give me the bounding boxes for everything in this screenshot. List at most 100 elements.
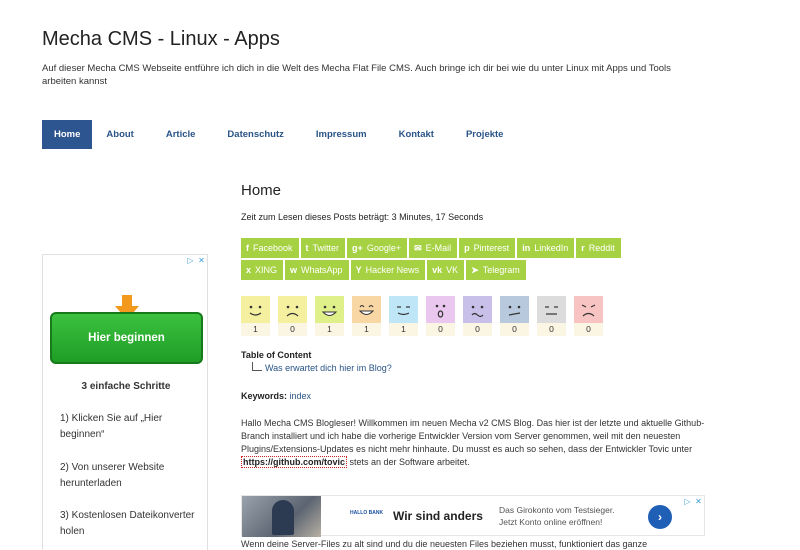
ad-badges[interactable]: ▷ ✕ (185, 255, 207, 266)
reaction-count: 0 (278, 323, 307, 336)
keyword-link[interactable]: index (290, 391, 312, 401)
share-label: Telegram (482, 265, 520, 275)
share-label: XING (255, 265, 278, 275)
banner-ad[interactable]: HALLO BANK Wir sind anders Das Girokonto… (241, 495, 705, 537)
banner-headline: Wir sind anders (393, 509, 483, 523)
share-twitter-button[interactable]: t Twitter (300, 238, 346, 258)
laugh-face-icon[interactable] (352, 296, 381, 323)
share-googleplus-button[interactable]: g+ Google+ (347, 238, 408, 258)
reaction-count: 1 (352, 323, 381, 336)
reaction-angry[interactable]: 0 (574, 296, 603, 336)
banner-subline: Das Girokonto vom Testsieger. Jetzt Kont… (499, 504, 615, 528)
email-icon: ✉ (414, 243, 422, 253)
share-label: E-Mail (425, 243, 452, 253)
reaction-count: 0 (463, 323, 492, 336)
nav-kontakt[interactable]: Kontakt (388, 120, 445, 149)
sidebar-ad[interactable]: ▷ ✕ Hier beginnen 3 einfache Schritte 1)… (42, 254, 208, 550)
share-reddit-button[interactable]: r Reddit (576, 238, 621, 258)
grin-face-icon[interactable] (315, 296, 344, 323)
nav-impressum[interactable]: Impressum (305, 120, 378, 149)
step-item: 1) Klicken Sie auf „Hier beginnen“ (60, 413, 163, 440)
share-facebook-button[interactable]: f Facebook (241, 238, 299, 258)
reaction-sad[interactable]: 0 (278, 296, 307, 336)
github-link[interactable]: https://github.com/tovic (241, 456, 347, 468)
step-item: 2) Von unserer Website herunterladen (60, 462, 165, 489)
ad-choices-icon[interactable]: ▷ (682, 496, 693, 507)
person-figure (272, 500, 294, 535)
nav-home[interactable]: Home (42, 120, 93, 149)
share-xing-button[interactable]: x XING (241, 260, 284, 280)
reaction-content[interactable]: 1 (389, 296, 418, 336)
share-row: f Facebook t Twitter g+ Google+ ✉ E-Mail p Pi… (241, 238, 686, 258)
facebook-icon: f (246, 243, 249, 253)
share-whatsapp-button[interactable]: w WhatsApp (285, 260, 349, 280)
reaction-count: 0 (500, 323, 529, 336)
share-label: VK (446, 265, 459, 275)
reaction-count: 0 (574, 323, 603, 336)
neutral-face-icon[interactable] (537, 296, 566, 323)
angry-face-icon[interactable] (574, 296, 603, 323)
keywords: Keywords: index (241, 391, 311, 401)
share-vk-button[interactable]: vk VK (427, 260, 465, 280)
reaction-happy[interactable]: 1 (241, 296, 270, 336)
nav-datenschutz[interactable]: Datenschutz (216, 120, 294, 149)
ad-close-icon[interactable]: ✕ (196, 255, 207, 266)
share-pinterest-button[interactable]: p Pinterest (459, 238, 516, 258)
surprised-face-icon[interactable] (426, 296, 455, 323)
share-buttons: f Facebook t Twitter g+ Google+ ✉ E-Mail p Pi… (241, 238, 686, 282)
banner-photo (242, 496, 321, 537)
twitter-icon: t (305, 243, 309, 253)
share-label: Facebook (253, 243, 293, 253)
googleplus-icon: g+ (352, 243, 363, 253)
share-linkedin-button[interactable]: in LinkedIn (517, 238, 575, 258)
paragraph-text: stets an der Software arbeitet. (347, 457, 470, 467)
reaction-surprised[interactable]: 0 (426, 296, 455, 336)
reaction-laugh[interactable]: 1 (352, 296, 381, 336)
ad-choices-icon[interactable]: ▷ (185, 255, 196, 266)
page-title: Home (241, 182, 282, 199)
keywords-label: Keywords: (241, 391, 288, 401)
toc-item[interactable]: Was erwartet dich hier im Blog? (252, 362, 392, 373)
share-label: Twitter (312, 243, 340, 253)
nav-about[interactable]: About (95, 120, 144, 149)
reaction-count: 1 (241, 323, 270, 336)
banner-subline-1: Das Girokonto vom Testsieger. (499, 505, 615, 515)
paragraph-text: Hallo Mecha CMS Blogleser! Willkommen im… (241, 418, 705, 454)
reaction-unsure[interactable]: 0 (500, 296, 529, 336)
share-hackernews-button[interactable]: Y Hacker News (350, 260, 426, 280)
reaction-count: 1 (315, 323, 344, 336)
tree-branch-icon (252, 362, 262, 371)
unsure-face-icon[interactable] (500, 296, 529, 323)
ad-close-icon[interactable]: ✕ (693, 496, 704, 507)
main-nav: Home About Article Datenschutz Impressum… (42, 120, 524, 149)
step-item: 3) Kostenlosen Dateikonverter holen (60, 510, 195, 537)
share-label: LinkedIn (534, 243, 569, 253)
reaction-neutral[interactable]: 0 (537, 296, 566, 336)
article-paragraph: Hallo Mecha CMS Blogleser! Willkommen im… (241, 417, 709, 469)
site-title[interactable]: Mecha CMS - Linux - Apps (42, 28, 280, 51)
share-email-button[interactable]: ✉ E-Mail (409, 238, 458, 258)
reddit-icon: r (581, 243, 585, 253)
confused-face-icon[interactable] (463, 296, 492, 323)
nav-projekte[interactable]: Projekte (455, 120, 515, 149)
ad-badges[interactable]: ▷ ✕ (682, 496, 704, 507)
nav-article[interactable]: Article (155, 120, 207, 149)
happy-face-icon[interactable] (241, 296, 270, 323)
share-telegram-button[interactable]: ➤ Telegram (466, 260, 526, 280)
chevron-right-icon[interactable]: › (648, 505, 672, 529)
vk-icon: vk (432, 265, 443, 275)
article-paragraph-2: Wenn deine Server-Files zu alt sind und … (241, 539, 648, 549)
reaction-confused[interactable]: 0 (463, 296, 492, 336)
share-label: WhatsApp (301, 265, 343, 275)
reaction-grin[interactable]: 1 (315, 296, 344, 336)
hackernews-icon: Y (355, 265, 362, 275)
site-description: Auf dieser Mecha CMS Webseite entführe i… (42, 63, 671, 87)
sad-face-icon[interactable] (278, 296, 307, 323)
reaction-bar: 1011100000 (241, 296, 611, 336)
share-label: Pinterest (473, 243, 510, 253)
telegram-icon: ➤ (471, 265, 479, 275)
start-button[interactable]: Hier beginnen (50, 312, 203, 364)
reaction-count: 0 (426, 323, 455, 336)
content-face-icon[interactable] (389, 296, 418, 323)
toc-link[interactable]: Was erwartet dich hier im Blog? (265, 363, 392, 373)
